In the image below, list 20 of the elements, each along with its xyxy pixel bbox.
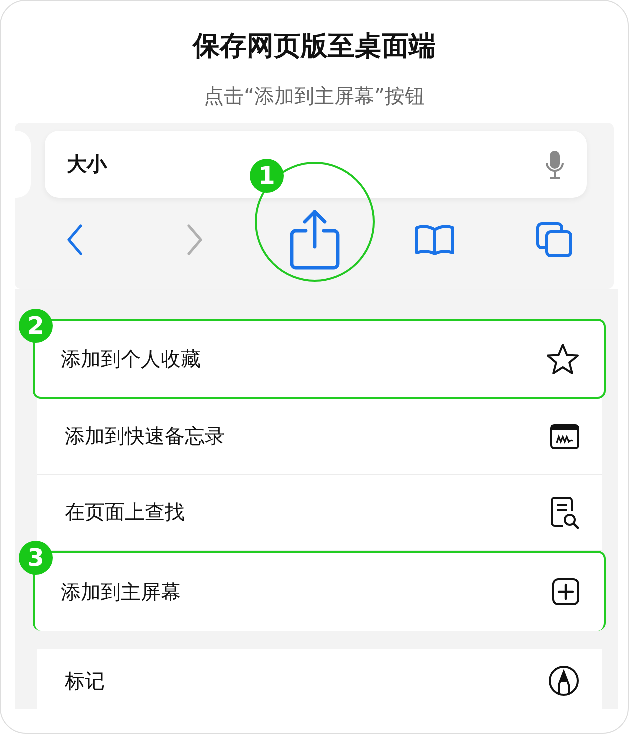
find-icon: [550, 496, 580, 530]
step-badge: 3: [19, 541, 53, 575]
tabs-icon[interactable]: [536, 222, 574, 258]
menu-label: 添加到个人收藏: [61, 346, 201, 372]
note-icon: [550, 424, 580, 450]
add-square-icon: [552, 578, 580, 606]
share-icon[interactable]: [289, 209, 341, 271]
microphone-icon[interactable]: [545, 150, 565, 180]
menu-label: 在页面上查找: [65, 499, 185, 526]
back-icon[interactable]: [66, 224, 84, 256]
menu-label: 添加到快速备忘录: [65, 423, 225, 450]
page-title: 保存网页版至桌面端: [193, 30, 436, 64]
address-text: 大小: [67, 151, 107, 178]
page-subtitle: 点击“添加到主屏幕”按钮: [204, 83, 425, 109]
book-icon[interactable]: [414, 224, 456, 256]
step-badge: 2: [19, 309, 53, 343]
star-icon: [546, 343, 580, 375]
pen-circle-icon: [548, 665, 580, 697]
menu-label: 添加到主屏幕: [61, 578, 181, 606]
menu-label: 标记: [65, 668, 105, 694]
